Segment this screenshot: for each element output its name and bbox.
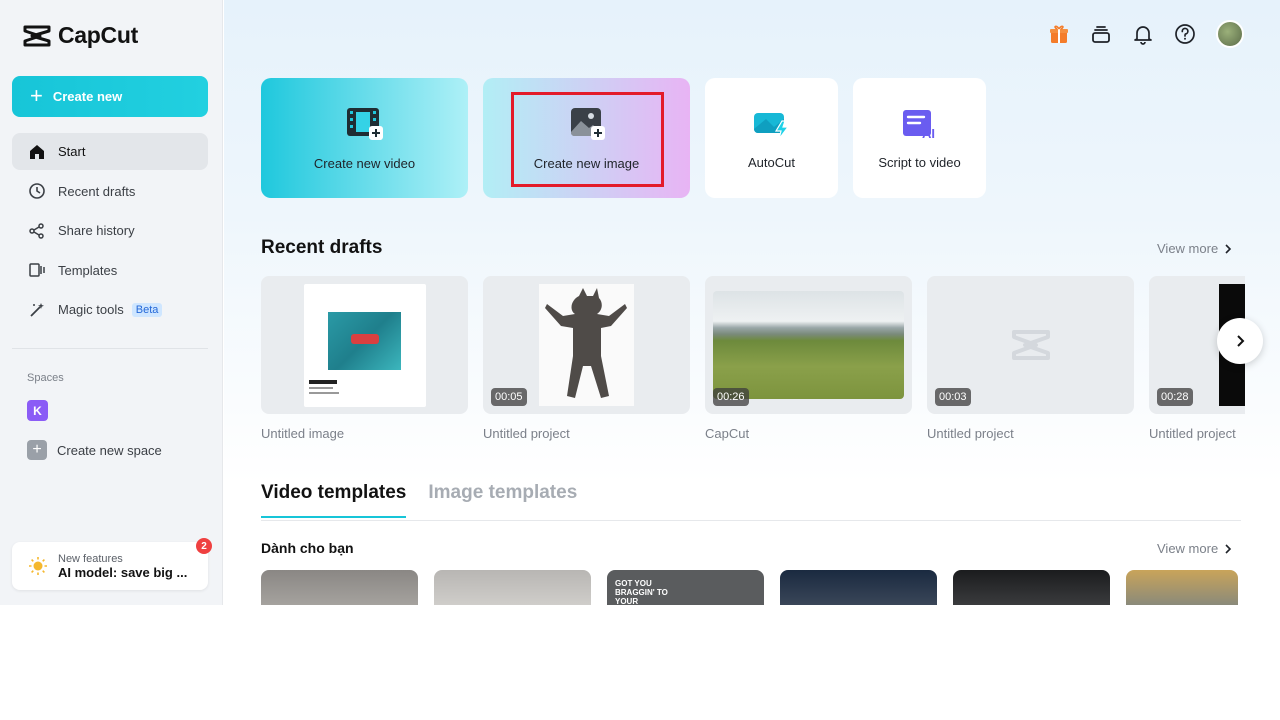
draft-item[interactable]: 00:03 Untitled project [927,276,1134,441]
chevron-right-icon [1225,243,1232,254]
duration-badge: 00:28 [1157,388,1193,406]
sidebar-item-label: Share history [58,223,135,239]
create-new-space-label: Create new space [57,442,162,458]
view-more-label: View more [1157,241,1219,256]
main-content: Create new video Create new image AutoCu… [224,0,1280,605]
tabs-divider [261,520,1241,521]
draft-name: CapCut [705,426,750,441]
chevron-right-icon [1225,543,1232,554]
template-thumbnail[interactable] [780,570,937,605]
draft-thumbnail [261,276,468,414]
create-new-button[interactable]: + Create new [12,76,208,117]
draft-thumbnail: 00:03 [927,276,1134,414]
notification-badge: 2 [196,538,212,554]
capcut-logo[interactable]: CapCut [22,22,138,49]
sidebar-nav: Start Recent drafts Share history Templa… [12,133,208,331]
template-thumbnail[interactable] [1126,570,1238,605]
template-overlay-text: GOT YOU BRAGGIN' TO YOUR [615,579,668,605]
sidebar: CapCut + Create new Start Recent drafts … [0,0,223,605]
beta-badge: Beta [131,302,163,317]
template-thumbnail[interactable] [953,570,1110,605]
draft-item[interactable]: 00:05 Untitled project [483,276,690,441]
draft-name: Untitled project [1149,426,1236,441]
capcut-placeholder-icon [1012,330,1050,360]
templates-view-more-link[interactable]: View more [1157,541,1232,556]
sidebar-item-recent-drafts[interactable]: Recent drafts [12,173,208,210]
create-new-image-card[interactable]: Create new image [483,78,690,198]
create-new-video-label: Create new video [313,155,416,171]
sidebar-item-magic-tools[interactable]: Magic tools Beta [12,291,208,328]
share-icon [29,222,44,239]
autocut-card[interactable]: AutoCut [705,78,838,198]
template-list: GOT YOU BRAGGIN' TO YOUR [261,570,1238,605]
draft-name: Untitled project [483,426,570,441]
recent-view-more-link[interactable]: View more [1157,241,1232,256]
draft-name: Untitled image [261,426,345,441]
plus-icon: + [30,82,43,108]
app-name: CapCut [58,22,138,48]
duration-badge: 00:26 [713,388,749,406]
sidebar-item-label: Magic tools [58,302,124,318]
new-features-card[interactable]: New features AI model: save big ... 2 [12,538,212,590]
duration-badge: 00:03 [935,388,971,406]
draft-item[interactable]: 00:26 CapCut [705,276,912,441]
svg-text:AI: AI [922,126,935,141]
new-features-label: New features [58,552,123,565]
tab-video-templates[interactable]: Video templates [261,482,407,518]
sun-bulb-icon [29,557,47,575]
autocut-icon [753,112,789,139]
template-thumbnail[interactable]: GOT YOU BRAGGIN' TO YOUR [607,570,764,605]
recent-drafts-list: Untitled image 00:05 Untitled project 00… [261,276,1245,446]
script-ai-icon: AI [902,109,935,141]
autocut-label: AutoCut [748,154,795,170]
drafts-next-button[interactable] [1217,318,1263,364]
create-new-space-button[interactable]: + Create new space [27,440,162,460]
highlight-box [511,92,664,187]
help-icon[interactable] [1174,23,1196,45]
draft-thumbnail: 00:05 [483,276,690,414]
template-tabs: Video templates Image templates [261,482,577,518]
space-avatar[interactable]: K [27,400,48,421]
film-plus-icon [346,107,383,140]
duration-badge: 00:05 [491,388,527,406]
template-thumbnail[interactable] [434,570,591,605]
header-icons [1048,20,1244,48]
draft-name: Untitled project [927,426,1014,441]
create-new-video-card[interactable]: Create new video [261,78,468,198]
home-icon [30,144,44,159]
capcut-logo-icon [23,25,51,46]
templates-icon [29,263,45,278]
sidebar-item-label: Recent drafts [58,183,136,199]
gift-icon[interactable] [1048,23,1070,45]
create-new-label: Create new [52,89,123,104]
sidebar-item-templates[interactable]: Templates [12,252,208,289]
bell-icon[interactable] [1132,23,1154,45]
new-features-title: AI model: save big ... [58,564,188,580]
layers-icon[interactable] [1090,23,1112,45]
spaces-label: Spaces [27,372,64,384]
script-to-video-label: Script to video [878,154,961,170]
clock-icon [29,183,45,199]
sidebar-item-label: Start [58,144,86,159]
plus-icon: + [27,440,47,460]
for-you-title: Dành cho bạn [261,540,354,556]
recent-drafts-title: Recent drafts [261,237,383,258]
script-to-video-card[interactable]: AI Script to video [853,78,986,198]
sidebar-item-share-history[interactable]: Share history [12,212,208,249]
magic-wand-icon [30,302,44,317]
avatar[interactable] [1216,20,1244,48]
view-more-label: View more [1157,541,1219,556]
chevron-right-icon [1237,335,1245,347]
tab-image-templates[interactable]: Image templates [428,482,577,518]
create-actions: Create new video Create new image AutoCu… [261,78,986,198]
draft-item[interactable]: Untitled image [261,276,468,441]
sidebar-item-start[interactable]: Start [12,133,208,170]
sidebar-item-label: Templates [58,262,118,278]
draft-thumbnail: 00:26 [705,276,912,414]
sidebar-divider [12,348,208,349]
template-thumbnail[interactable] [261,570,418,605]
